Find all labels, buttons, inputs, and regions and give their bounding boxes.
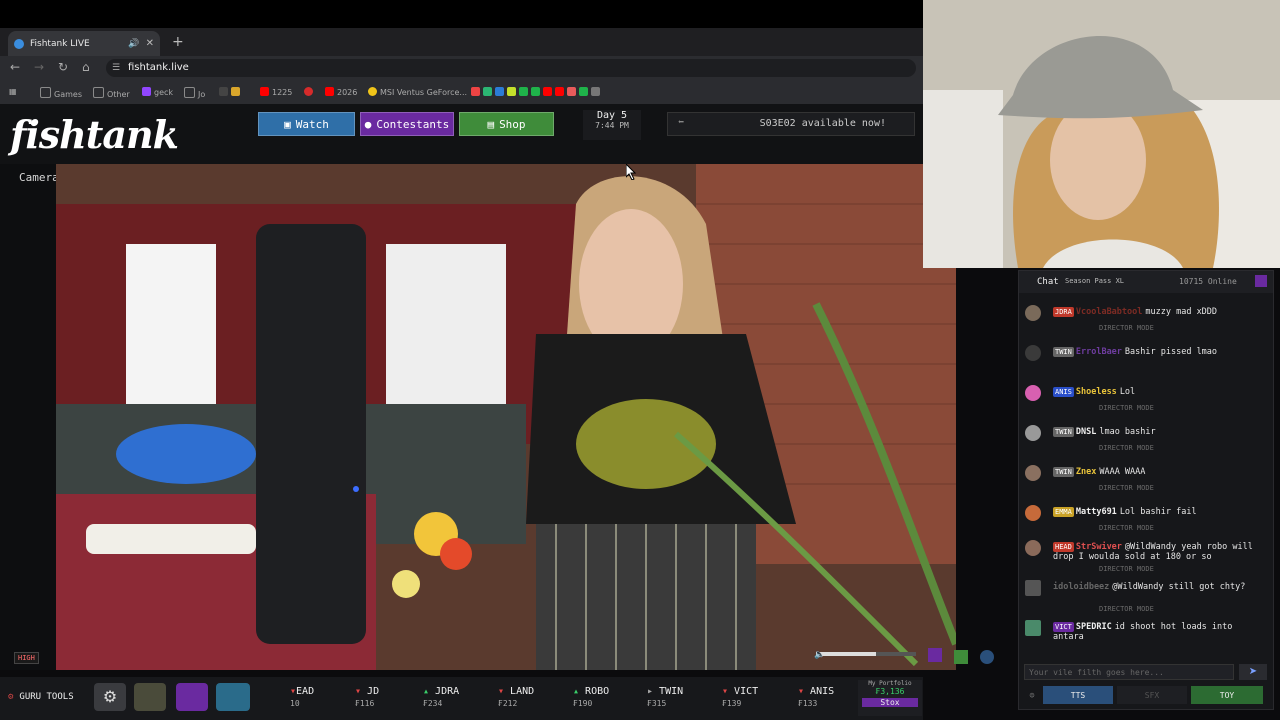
director-mode-label: DIRECTOR MODE — [1099, 524, 1154, 532]
ticker-jdra[interactable]: ▴ JDRA ₣234 — [423, 686, 459, 708]
avatar — [1025, 305, 1041, 321]
bookmark-extra-icons[interactable] — [471, 87, 603, 97]
quality-badge[interactable]: HIGH — [14, 652, 39, 664]
announcement-banner[interactable]: ⬅ S03E02 available now! — [667, 112, 915, 136]
record-icon[interactable] — [980, 650, 994, 664]
chat-input[interactable]: Your vile filth goes here... — [1024, 664, 1234, 680]
day-clock: Day 5 7:44 PM — [583, 110, 641, 140]
apps-icon[interactable]: ▦ — [9, 87, 17, 96]
home-icon[interactable]: ⌂ — [82, 60, 90, 74]
chat-header: Chat Season Pass XL 10715 Online — [1019, 271, 1273, 293]
nav-watch-button[interactable]: ▣ Watch — [258, 112, 355, 136]
item-slot-2[interactable] — [176, 683, 208, 711]
ticker-twin[interactable]: ▸ TWIN ₣315 — [647, 686, 683, 708]
gear-icon: ⚙ — [8, 692, 14, 702]
close-tab-icon[interactable]: ✕ — [146, 38, 154, 49]
director-mode-label: DIRECTOR MODE — [1099, 404, 1154, 412]
webcam-scene — [923, 0, 1280, 268]
bookmark-other[interactable]: Other — [93, 87, 130, 99]
live-video-stream[interactable]: 🔈 — [56, 164, 956, 670]
announcement-text: S03E02 available now! — [759, 118, 886, 129]
streamer-webcam — [923, 0, 1280, 268]
tv-icon: ▣ — [284, 117, 291, 131]
forward-icon[interactable]: → — [34, 60, 44, 74]
mouse-cursor-icon — [626, 164, 636, 180]
bookmark-red-icon[interactable] — [304, 87, 316, 97]
toy-button[interactable]: TOY — [1191, 686, 1263, 704]
item-slot-3[interactable] — [216, 683, 250, 711]
video-scene — [56, 164, 956, 670]
fishtank-favicon-icon — [14, 38, 24, 49]
url-field[interactable]: ☰ fishtank.live — [106, 59, 916, 77]
settings-gear-button[interactable]: ⚙ — [94, 683, 126, 711]
portfolio-value: ₣3,136 — [875, 687, 905, 696]
ticker-anis[interactable]: ▾ ANIS ₣133 — [798, 686, 834, 708]
volume-icon[interactable]: 🔈 — [814, 650, 825, 660]
left-side-panel — [0, 164, 56, 670]
portfolio-box[interactable]: My Portfolio ₣3,136 Stox — [858, 680, 922, 716]
avatar — [1025, 580, 1041, 596]
bookmark-jo[interactable]: Jo — [184, 87, 205, 99]
sfx-button[interactable]: SFX — [1117, 686, 1187, 704]
bookmark-msi[interactable]: MSI Ventus GeForce... — [368, 87, 467, 97]
portfolio-label: My Portfolio — [868, 680, 912, 687]
volume-slider[interactable] — [816, 652, 916, 656]
address-bar-row: ← → ↻ ⌂ ☰ fishtank.live — [0, 56, 923, 80]
item-slot-1[interactable] — [134, 683, 166, 711]
speaker-icon[interactable]: 🔊 — [128, 39, 139, 49]
tab-title: Fishtank LIVE — [30, 38, 90, 49]
avatar — [1025, 385, 1041, 401]
ticker-ead[interactable]: ▾EAD 10 — [290, 686, 314, 708]
people-icon: ● — [364, 117, 372, 131]
cart-icon: ▤ — [487, 117, 495, 131]
ticker-land[interactable]: ▾ LAND ₣212 — [498, 686, 534, 708]
online-count: 10715 Online — [1179, 277, 1237, 286]
avatar — [1025, 465, 1041, 481]
season-pass-tab[interactable]: Season Pass XL — [1065, 277, 1124, 285]
director-mode-label: DIRECTOR MODE — [1099, 605, 1154, 613]
announcement-back-icon[interactable]: ⬅ — [678, 117, 684, 128]
ticker-robo[interactable]: ▴ ROBO ₣190 — [573, 686, 609, 708]
bookmark-geck[interactable]: geck — [142, 87, 173, 97]
director-mode-label: DIRECTOR MODE — [1099, 324, 1154, 332]
new-tab-icon[interactable]: + — [172, 34, 184, 50]
stox-button[interactable]: Stox — [862, 698, 918, 707]
director-mode-label: DIRECTOR MODE — [1099, 484, 1154, 492]
bookmark-1225[interactable]: 1225 — [260, 87, 292, 97]
nav-contestants-button[interactable]: ● Contestants — [360, 112, 454, 136]
fishtank-logo[interactable]: fishtank — [10, 112, 179, 157]
back-icon[interactable]: ← — [10, 60, 20, 74]
pip-icon[interactable] — [928, 648, 942, 662]
site-info-icon[interactable]: ☰ — [112, 59, 120, 77]
browser-tab-bar: Fishtank LIVE 🔊 ✕ + — [0, 28, 923, 56]
send-icon[interactable]: ➤ — [1239, 664, 1267, 680]
director-mode-label: DIRECTOR MODE — [1099, 444, 1154, 452]
screen-top-bar — [0, 0, 923, 28]
browser-tab[interactable]: Fishtank LIVE 🔊 ✕ — [8, 31, 160, 56]
avatar — [1025, 505, 1041, 521]
guru-tools-button[interactable]: ⚙ GURU TOOLS — [8, 685, 74, 709]
fullscreen-icon[interactable] — [954, 650, 968, 664]
bookmarks-bar: ▦ Games Other geck Jo 1225 2026 MSI Vent… — [0, 80, 923, 104]
ticker-jd[interactable]: ▾ JD ₣116 — [355, 686, 379, 708]
avatar — [1025, 540, 1041, 556]
nav-shop-button[interactable]: ▤ Shop — [459, 112, 554, 136]
bookmark-2026[interactable]: 2026 — [325, 87, 357, 97]
time-label: 7:44 PM — [595, 121, 629, 130]
bookmark-icons-group[interactable] — [219, 87, 243, 97]
avatar — [1025, 620, 1041, 636]
avatar — [1025, 425, 1041, 441]
avatar — [1025, 345, 1041, 361]
emoji-icon[interactable]: ☺ — [1025, 686, 1039, 704]
chat-settings-icon[interactable] — [1255, 275, 1267, 287]
reload-icon[interactable]: ↻ — [58, 60, 68, 74]
bookmark-games[interactable]: Games — [40, 87, 82, 99]
director-mode-label: DIRECTOR MODE — [1099, 565, 1154, 573]
ticker-vict[interactable]: ▾ VICT ₣139 — [722, 686, 758, 708]
tts-button[interactable]: TTS — [1043, 686, 1113, 704]
url-text: fishtank.live — [128, 62, 189, 73]
chat-panel: Chat Season Pass XL 10715 Online JDRA Vco… — [1018, 270, 1274, 710]
day-label: Day 5 — [596, 110, 628, 121]
chat-tab[interactable]: Chat — [1037, 277, 1059, 287]
